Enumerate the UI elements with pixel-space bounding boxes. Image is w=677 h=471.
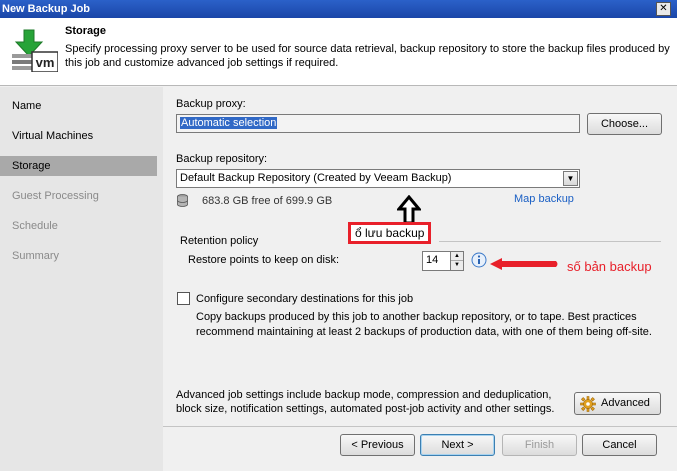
nav-item-summary: Summary	[12, 250, 60, 262]
backup-repository-label: Backup repository:	[176, 153, 268, 165]
nav-item-schedule: Schedule	[12, 220, 58, 232]
cancel-button[interactable]: Cancel	[582, 434, 657, 456]
retention-policy-label: Retention policy	[180, 235, 259, 247]
gear-icon	[580, 396, 596, 412]
arrow-up-annotation-icon	[397, 195, 421, 225]
nav-item-name[interactable]: Name	[0, 96, 157, 116]
backup-vm-icon: vm	[12, 29, 58, 72]
map-backup-link[interactable]: Map backup	[514, 193, 574, 205]
stepper-buttons[interactable]: ▲ ▼	[450, 252, 463, 270]
restore-points-stepper[interactable]: 14 ▲ ▼	[422, 251, 464, 271]
backup-repository-value: Default Backup Repository (Created by Ve…	[180, 172, 452, 184]
next-button[interactable]: Next >	[420, 434, 495, 456]
backup-repository-select[interactable]: Default Backup Repository (Created by Ve…	[176, 169, 580, 188]
storage-annotation-label: ổ lưu backup	[348, 222, 432, 244]
page-description: Specify processing proxy server to be us…	[65, 43, 670, 69]
footer-divider	[163, 426, 677, 427]
storage-settings-panel: Backup proxy: Automatic selection Choose…	[163, 87, 677, 427]
nav-item-storage[interactable]: Storage	[0, 156, 157, 176]
arrow-left-annotation-icon	[490, 258, 558, 270]
close-button[interactable]: ✕	[656, 2, 671, 16]
wizard-nav: Name Virtual Machines Storage Guest Proc…	[0, 87, 163, 471]
secondary-destinations-label[interactable]: Configure secondary destinations for thi…	[196, 293, 413, 305]
finish-button: Finish	[502, 434, 577, 456]
advanced-settings-description: Advanced job settings include backup mod…	[176, 389, 555, 415]
stepper-up-icon[interactable]: ▲	[451, 252, 463, 261]
window-title-bar: New Backup Job ✕	[0, 0, 677, 18]
backup-proxy-value: Automatic selection	[180, 117, 278, 129]
vm-icon-label: vm	[36, 55, 55, 70]
backup-proxy-field[interactable]: Automatic selection	[176, 114, 580, 133]
retention-divider	[439, 241, 661, 242]
nav-item-virtual-machines[interactable]: Virtual Machines	[0, 126, 157, 146]
previous-button[interactable]: < Previous	[340, 434, 415, 456]
stepper-down-icon[interactable]: ▼	[451, 261, 463, 269]
secondary-destinations-description: Copy backups produced by this job to ano…	[196, 311, 652, 338]
restore-points-label: Restore points to keep on disk:	[188, 254, 340, 266]
secondary-destinations-checkbox[interactable]	[177, 292, 190, 305]
database-icon	[177, 194, 188, 207]
nav-item-guest-processing: Guest Processing	[12, 190, 99, 202]
choose-proxy-button[interactable]: Choose...	[587, 113, 662, 135]
restore-points-value: 14	[426, 254, 439, 266]
backup-proxy-label: Backup proxy:	[176, 98, 246, 110]
close-icon: ✕	[659, 3, 668, 14]
advanced-button[interactable]: Advanced	[574, 392, 661, 415]
advanced-button-label: Advanced	[601, 397, 650, 409]
repository-free-space: 683.8 GB free of 699.9 GB	[202, 195, 333, 207]
restore-points-annotation: số bản backup	[567, 259, 652, 274]
window-title: New Backup Job	[2, 3, 91, 15]
wizard-header: vm Storage Specify processing proxy serv…	[0, 18, 677, 86]
info-icon[interactable]	[471, 252, 487, 268]
page-title: Storage	[65, 25, 106, 37]
chevron-down-icon[interactable]: ▼	[563, 171, 578, 186]
